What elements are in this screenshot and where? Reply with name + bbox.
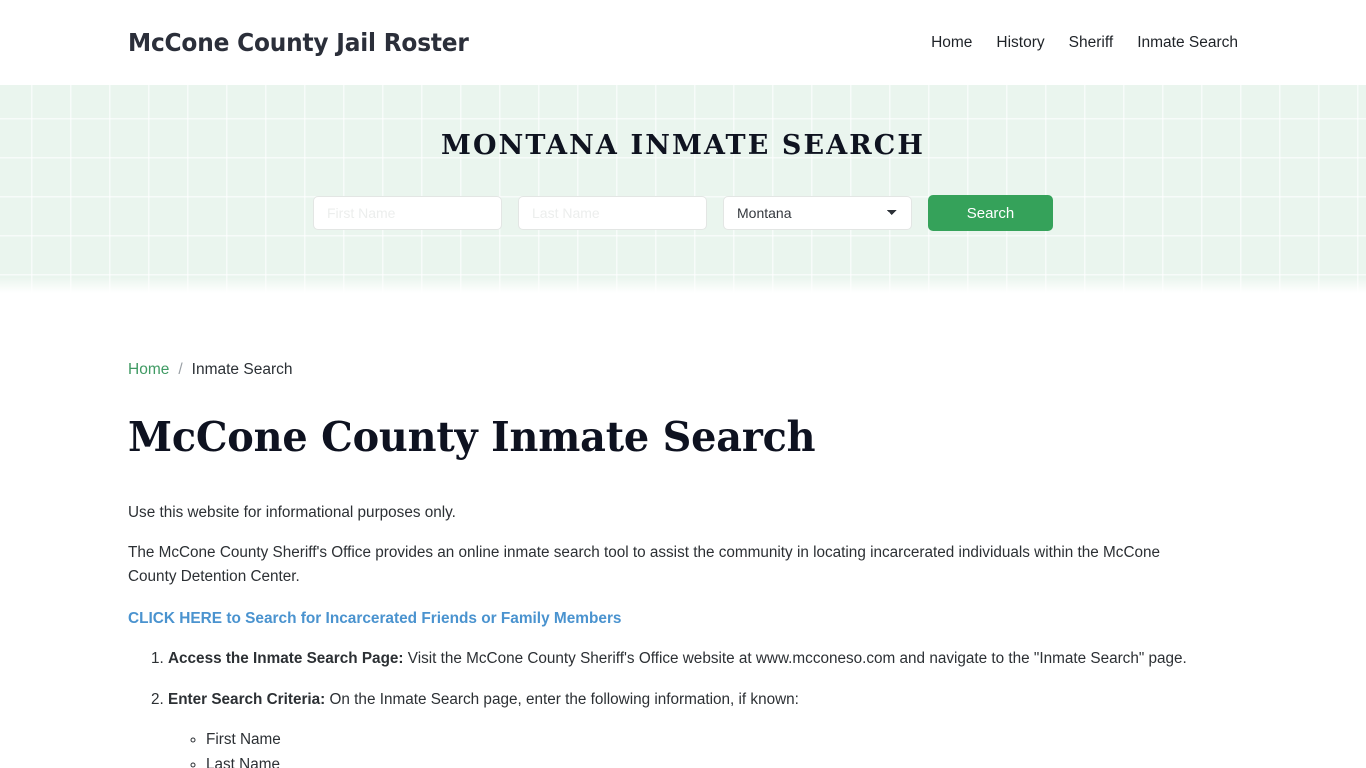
search-criteria-sublist: First Name Last Name <box>168 728 1238 768</box>
search-button[interactable]: Search <box>928 195 1053 231</box>
page-title: McCone County Inmate Search <box>128 412 816 461</box>
intro-paragraph: Use this website for informational purpo… <box>128 503 456 521</box>
list-item: Last Name <box>206 753 1238 768</box>
main-navigation: Home History Sheriff Inmate Search <box>931 35 1238 51</box>
breadcrumb-current-page: Inmate Search <box>191 361 293 378</box>
main-content: Home / Inmate Search McCone County Inmat… <box>0 295 1366 768</box>
list-item: First Name <box>206 728 1238 752</box>
last-name-input[interactable] <box>518 196 707 230</box>
nav-item-history[interactable]: History <box>996 35 1044 51</box>
breadcrumb-link-home[interactable]: Home <box>128 362 169 378</box>
inmate-search-form: Montana Search <box>313 195 1053 231</box>
nav-item-inmate-search[interactable]: Inmate Search <box>1137 35 1238 51</box>
step-text: Visit the McCone County Sheriff's Office… <box>403 649 1187 667</box>
state-select[interactable]: Montana <box>723 196 912 230</box>
hero-banner: MONTANA INMATE SEARCH Montana Search <box>0 85 1366 295</box>
list-item: Access the Inmate Search Page: Visit the… <box>168 647 1238 671</box>
nav-item-home[interactable]: Home <box>931 35 972 51</box>
step-label: Access the Inmate Search Page: <box>168 649 404 667</box>
hero-title: MONTANA INMATE SEARCH <box>441 130 925 161</box>
step-text: On the Inmate Search page, enter the fol… <box>325 690 799 708</box>
site-brand-logo[interactable]: McCone County Jail Roster <box>128 28 469 57</box>
first-name-input[interactable] <box>313 196 502 230</box>
description-paragraph: The McCone County Sheriff's Office provi… <box>128 543 1161 585</box>
step-label: Enter Search Criteria: <box>168 690 326 708</box>
cta-search-link[interactable]: CLICK HERE to Search for Incarcerated Fr… <box>128 610 622 626</box>
instruction-steps-list: Access the Inmate Search Page: Visit the… <box>128 647 1238 768</box>
nav-item-sheriff[interactable]: Sheriff <box>1069 35 1114 51</box>
breadcrumb-separator: / <box>178 361 183 378</box>
site-header: McCone County Jail Roster Home History S… <box>0 0 1366 85</box>
list-item: Enter Search Criteria: On the Inmate Sea… <box>168 688 1238 768</box>
breadcrumb: Home / Inmate Search <box>128 362 1238 378</box>
